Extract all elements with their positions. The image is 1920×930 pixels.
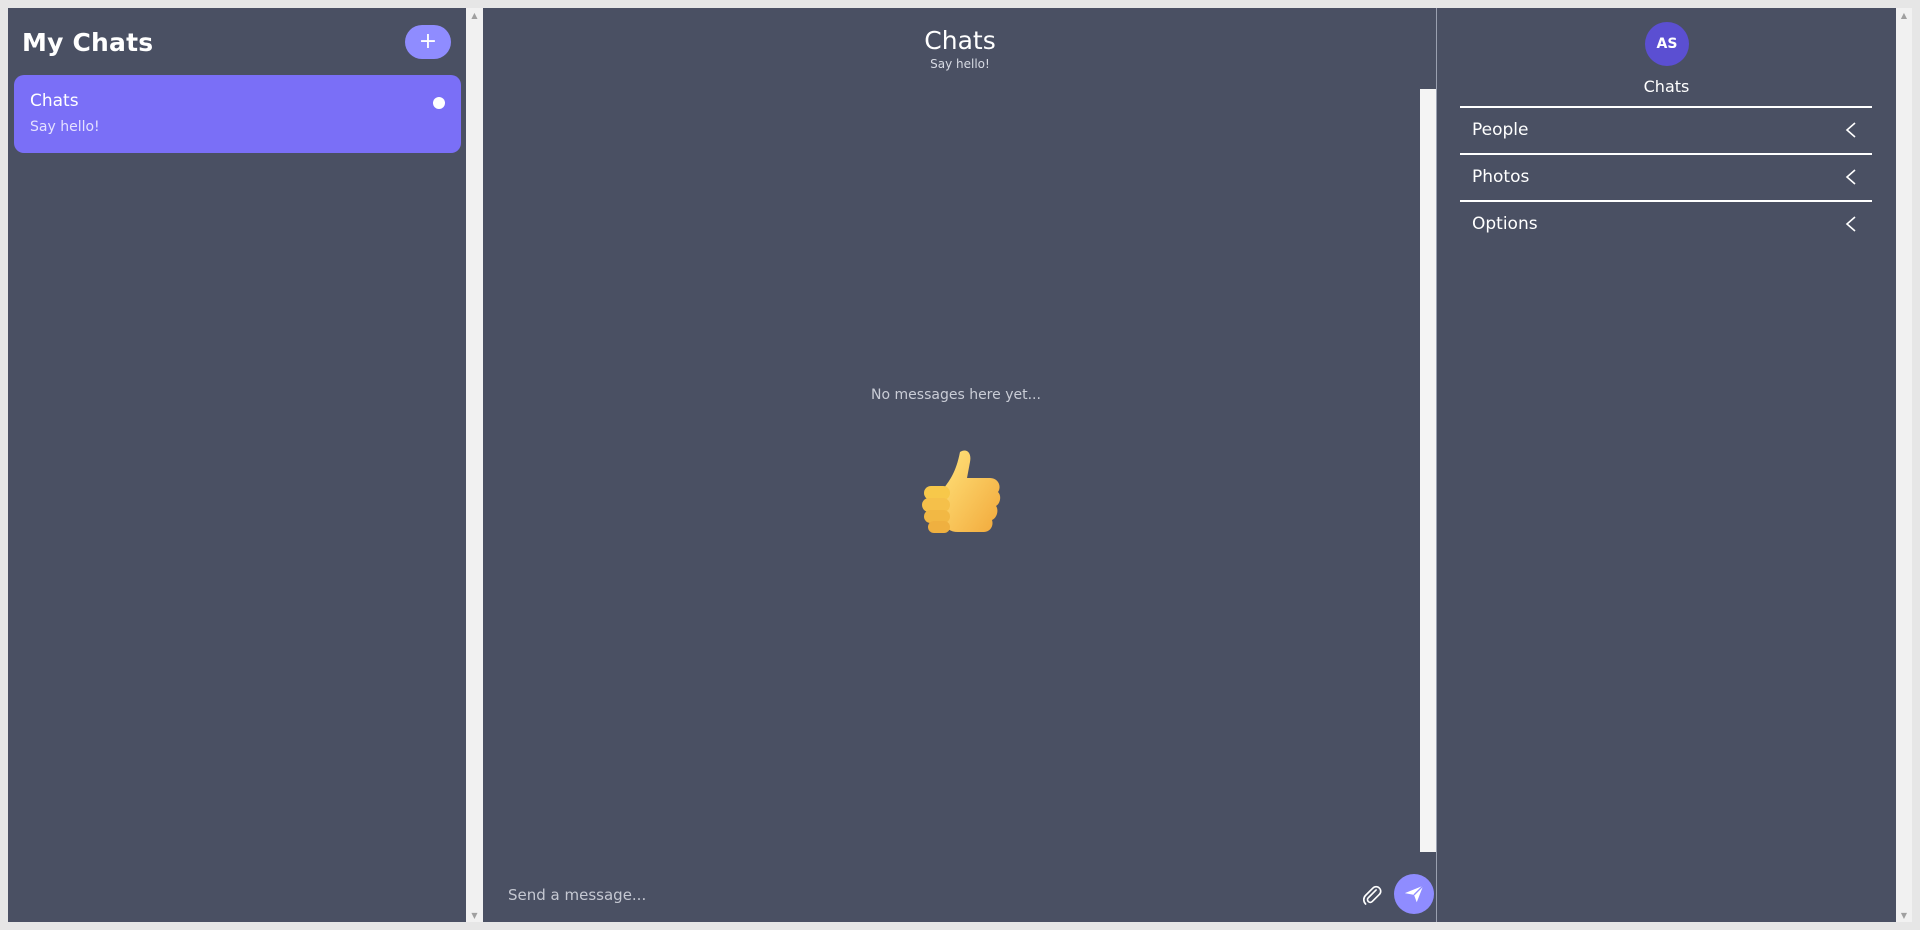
thumbs-up-icon bbox=[922, 450, 1001, 533]
scroll-up-arrow-icon[interactable]: ▲ bbox=[1896, 8, 1912, 22]
sidebar-scrollbar[interactable]: ▲ ▼ bbox=[466, 8, 483, 922]
scroll-down-arrow-icon[interactable]: ▼ bbox=[466, 908, 483, 922]
chat-details-panel: AS Chats People Photos Options bbox=[1437, 8, 1896, 922]
empty-state-text: No messages here yet... bbox=[871, 387, 1041, 403]
browser-frame: My Chats + Chats Say hello! ▲ ▼ Chats Sa… bbox=[0, 0, 1920, 930]
unread-dot-icon bbox=[433, 97, 445, 109]
message-composer bbox=[484, 866, 1436, 922]
window-scrollbar[interactable]: ▲ ▼ bbox=[1896, 8, 1912, 922]
section-label: People bbox=[1472, 120, 1529, 140]
section-label: Photos bbox=[1472, 167, 1530, 187]
chat-app: My Chats + Chats Say hello! ▲ ▼ Chats Sa… bbox=[8, 8, 1912, 922]
sidebar-title: My Chats bbox=[22, 28, 154, 57]
new-chat-button[interactable]: + bbox=[405, 25, 451, 59]
chevron-left-icon bbox=[1845, 122, 1856, 138]
section-label: Options bbox=[1472, 214, 1538, 234]
section-people[interactable]: People bbox=[1460, 106, 1872, 154]
scroll-up-arrow-icon[interactable]: ▲ bbox=[466, 8, 483, 22]
avatar[interactable]: AS bbox=[1645, 22, 1689, 66]
chevron-left-icon bbox=[1845, 216, 1856, 232]
chat-list-item[interactable]: Chats Say hello! bbox=[14, 75, 461, 153]
paperclip-icon[interactable] bbox=[1361, 884, 1383, 906]
feed-scrollbar[interactable] bbox=[1420, 89, 1436, 852]
send-button[interactable] bbox=[1394, 874, 1434, 914]
chat-subtitle: Say hello! bbox=[930, 57, 990, 71]
send-icon bbox=[1404, 885, 1424, 903]
details-title: Chats bbox=[1643, 77, 1690, 96]
chat-title: Chats bbox=[30, 91, 79, 111]
message-input[interactable] bbox=[506, 880, 1310, 910]
section-options[interactable]: Options bbox=[1460, 200, 1872, 248]
chevron-left-icon bbox=[1845, 169, 1856, 185]
scroll-down-arrow-icon[interactable]: ▼ bbox=[1896, 908, 1912, 922]
chat-list-sidebar: My Chats + Chats Say hello! bbox=[8, 8, 466, 922]
chat-title-header: Chats bbox=[924, 26, 996, 55]
chat-feed: Chats Say hello! No messages here yet... bbox=[484, 8, 1436, 922]
chat-preview: Say hello! bbox=[30, 119, 100, 135]
section-photos[interactable]: Photos bbox=[1460, 153, 1872, 201]
